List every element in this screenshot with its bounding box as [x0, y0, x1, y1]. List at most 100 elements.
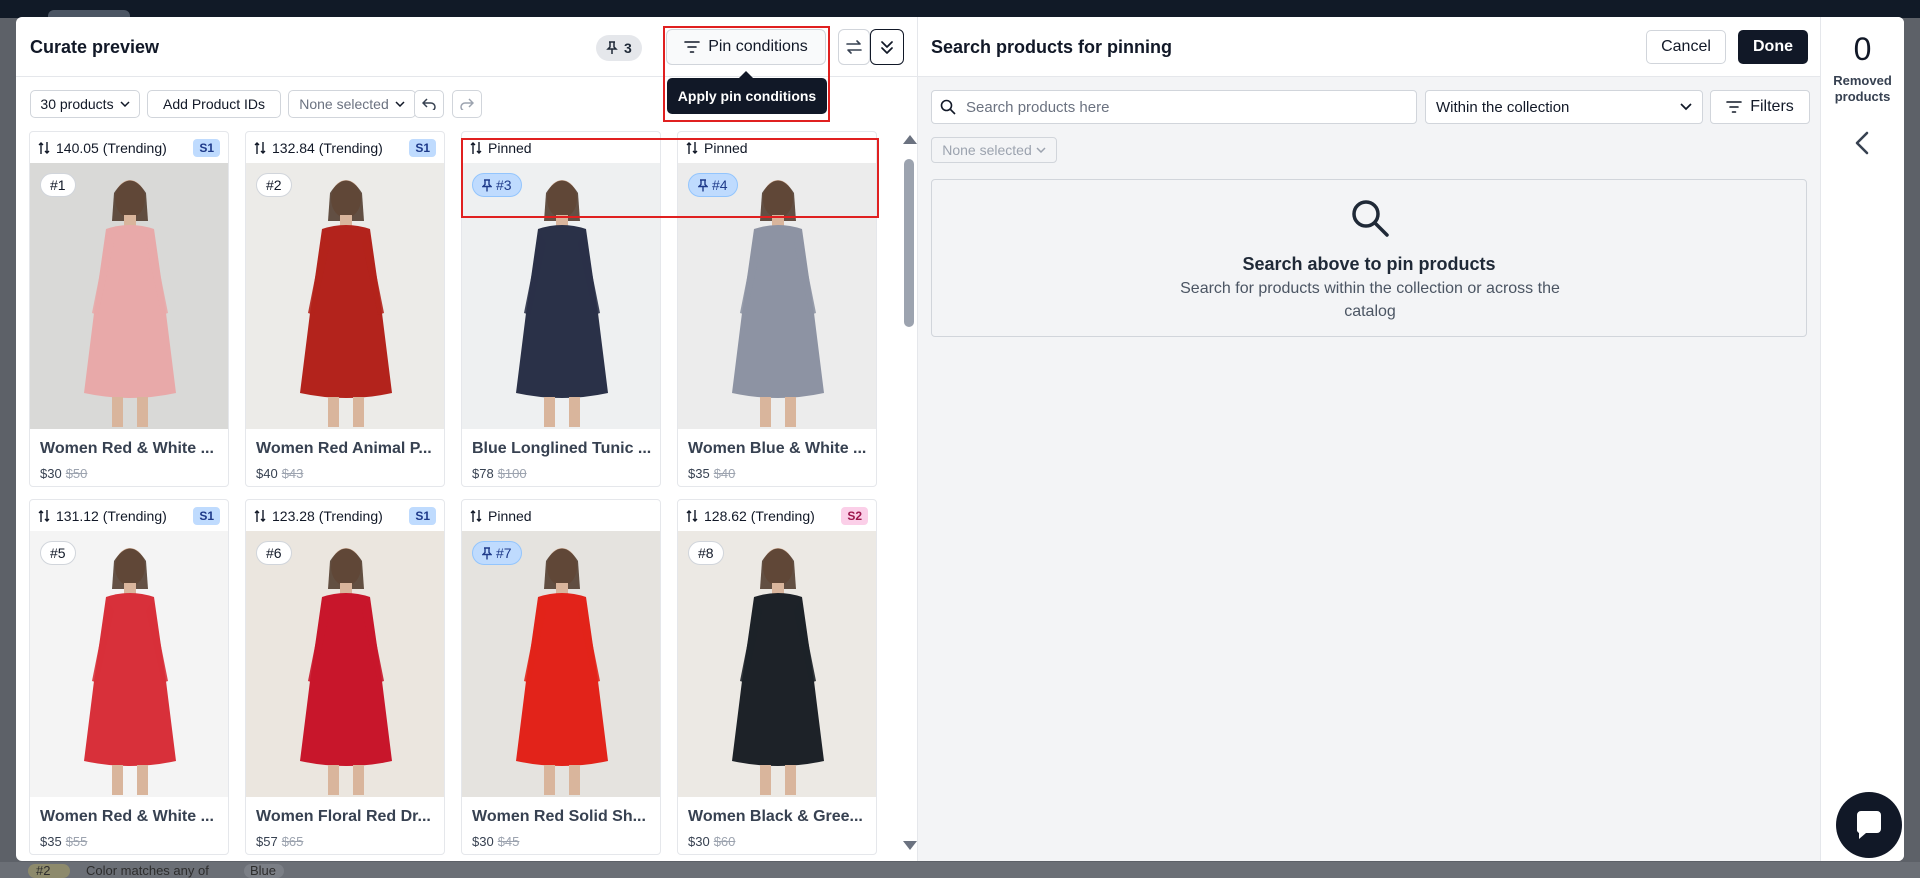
swap-button[interactable] — [838, 29, 870, 65]
product-image: #1 — [30, 163, 228, 429]
empty-state-title: Search above to pin products — [1242, 254, 1496, 274]
product-search-field[interactable] — [931, 90, 1417, 124]
product-price: $78 $100 — [472, 466, 527, 481]
current-price: $30 — [40, 466, 62, 481]
products-count-label: 30 products — [40, 96, 114, 112]
product-card[interactable]: Pinned #4 Women Blue & White ... $35 $40 — [677, 131, 877, 487]
scroll-up-arrow[interactable] — [903, 135, 917, 144]
sort-arrows-icon — [38, 509, 50, 522]
product-card[interactable]: 128.62 (Trending) S2 #8 Women Black & Gree.… — [677, 499, 877, 855]
redo-icon — [460, 98, 474, 110]
product-price: $35 $40 — [688, 466, 735, 481]
original-price: $65 — [281, 834, 304, 849]
add-product-ids-button[interactable]: Add Product IDs — [147, 90, 281, 118]
product-image: #8 — [678, 531, 876, 797]
redo-button[interactable] — [452, 90, 482, 118]
pinned-count-badge[interactable]: 3 — [596, 35, 642, 61]
page-title: Curate preview — [30, 37, 160, 57]
product-name[interactable]: Women Black & Gree... — [688, 808, 868, 826]
rank-label: #7 — [496, 545, 512, 561]
product-card[interactable]: 140.05 (Trending) S1 #1 Women Red & White .… — [29, 131, 229, 487]
products-count-dropdown[interactable]: 30 products — [30, 90, 140, 118]
product-card[interactable]: 123.28 (Trending) S1 #6 Women Floral Red Dr… — [245, 499, 445, 855]
segment-badge: S1 — [193, 507, 220, 525]
original-price: $50 — [65, 466, 88, 481]
collapse-button[interactable] — [870, 29, 904, 65]
undo-button[interactable] — [414, 90, 444, 118]
rank-badge: #1 — [40, 173, 76, 197]
empty-state-text: Search for products within the collectio… — [1180, 280, 1560, 320]
undo-icon — [422, 98, 436, 110]
rank-badge[interactable]: #4 — [688, 173, 738, 197]
selection-dropdown[interactable]: None selected — [288, 90, 416, 118]
sort-arrows-icon — [686, 509, 698, 522]
product-name[interactable]: Women Red Solid Sh... — [472, 808, 652, 826]
current-price: $40 — [256, 466, 278, 481]
product-score: 132.84 (Trending) — [272, 139, 383, 156]
selection-label: None selected — [299, 96, 389, 112]
product-card[interactable]: 131.12 (Trending) S1 #5 Women Red & White .… — [29, 499, 229, 855]
product-card[interactable]: Pinned #3 Blue Longlined Tunic ... $78 $100 — [461, 131, 661, 487]
pin-icon — [698, 178, 708, 191]
scroll-thumb[interactable] — [904, 159, 914, 327]
rank-badge: #5 — [40, 541, 76, 565]
model-silhouette — [84, 180, 176, 427]
product-name[interactable]: Blue Longlined Tunic ... — [472, 440, 652, 458]
product-price: $30 $45 — [472, 834, 519, 849]
done-button[interactable]: Done — [1738, 30, 1808, 64]
rank-badge[interactable]: #3 — [472, 173, 522, 197]
product-name[interactable]: Women Blue & White ... — [688, 440, 868, 458]
chevron-down-icon — [395, 101, 405, 107]
pin-conditions-tooltip: Apply pin conditions — [667, 71, 827, 114]
chat-icon — [1856, 811, 1881, 839]
sort-arrows-icon — [470, 509, 482, 522]
product-name[interactable]: Women Red Animal P... — [256, 440, 436, 458]
model-silhouette — [732, 180, 824, 427]
product-name[interactable]: Women Floral Red Dr... — [256, 808, 436, 826]
scroll-down-arrow[interactable] — [903, 841, 917, 850]
rank-label: #3 — [496, 177, 512, 193]
search-selection-dropdown[interactable]: None selected — [931, 137, 1057, 163]
product-search-input[interactable] — [966, 98, 1406, 116]
product-price: $40 $43 — [256, 466, 303, 481]
sort-arrows-icon — [686, 141, 698, 154]
grid-scrollbar[interactable] — [900, 135, 917, 857]
chevron-down-icon — [1036, 147, 1046, 153]
product-image: #7 — [462, 531, 660, 797]
swap-icon — [846, 40, 862, 54]
product-price: $30 $60 — [688, 834, 735, 849]
product-name[interactable]: Women Red & White ... — [40, 808, 220, 826]
model-silhouette — [732, 548, 824, 795]
current-price: $30 — [688, 834, 710, 849]
model-silhouette — [84, 548, 176, 795]
product-card[interactable]: 132.84 (Trending) S1 #2 Women Red Animal P.… — [245, 131, 445, 487]
pin-conditions-button[interactable]: Pin conditions — [666, 29, 826, 65]
search-selection-label: None selected — [942, 142, 1032, 158]
product-image: #6 — [246, 531, 444, 797]
search-icon — [940, 99, 956, 115]
cancel-button[interactable]: Cancel — [1646, 30, 1726, 64]
product-card[interactable]: Pinned #7 Women Red Solid Sh... $30 $45 — [461, 499, 661, 855]
chat-launcher-button[interactable] — [1836, 792, 1902, 858]
double-chevron-down-icon — [881, 41, 893, 54]
chevron-left-icon[interactable] — [1849, 129, 1877, 157]
segment-badge: S1 — [409, 139, 436, 157]
curate-modal: Curate preview 3 Pin conditions 30 produ… — [16, 17, 1904, 861]
product-name[interactable]: Women Red & White ... — [40, 440, 220, 458]
original-price: $60 — [713, 834, 736, 849]
rank-badge[interactable]: #7 — [472, 541, 522, 565]
pinned-count: 3 — [624, 40, 632, 56]
curate-preview-header: Curate preview 3 Pin conditions — [16, 17, 918, 77]
search-scope-select[interactable]: Within the collection — [1425, 90, 1703, 124]
product-price: $35 $55 — [40, 834, 87, 849]
product-image: #5 — [30, 531, 228, 797]
product-score-row: Pinned — [678, 132, 876, 163]
rank-label: #2 — [266, 177, 282, 193]
pin-search-title: Search products for pinning — [931, 37, 1173, 57]
search-scope-value: Within the collection — [1436, 98, 1570, 116]
product-image: #2 — [246, 163, 444, 429]
filter-icon — [684, 41, 700, 53]
sort-arrows-icon — [38, 141, 50, 154]
filters-button[interactable]: Filters — [1710, 90, 1810, 124]
filters-label: Filters — [1750, 98, 1794, 115]
